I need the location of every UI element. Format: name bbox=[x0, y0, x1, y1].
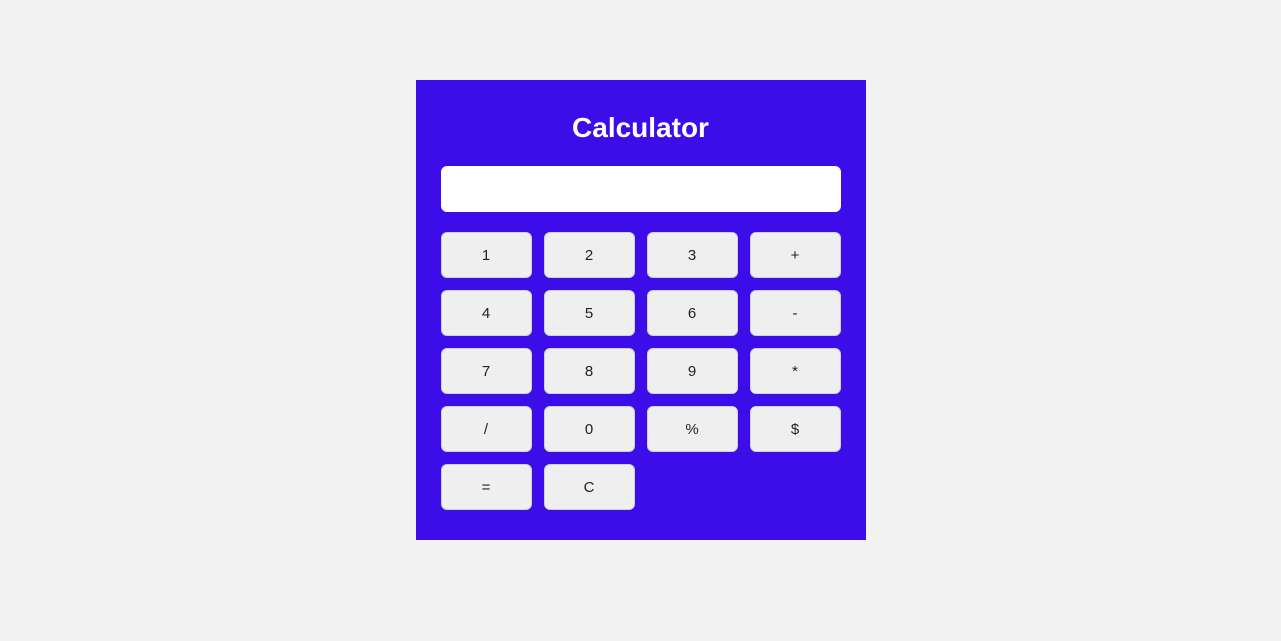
button-percent[interactable]: % bbox=[647, 406, 738, 452]
button-dollar[interactable]: $ bbox=[750, 406, 841, 452]
button-multiply[interactable]: * bbox=[750, 348, 841, 394]
button-3[interactable]: 3 bbox=[647, 232, 738, 278]
button-divide[interactable]: / bbox=[441, 406, 532, 452]
button-0[interactable]: 0 bbox=[544, 406, 635, 452]
button-7[interactable]: 7 bbox=[441, 348, 532, 394]
button-clear[interactable]: C bbox=[544, 464, 635, 510]
display-input[interactable] bbox=[441, 166, 841, 212]
button-plus[interactable]: + bbox=[750, 232, 841, 278]
calculator-panel: Calculator 1 2 3 + 4 5 6 - 7 8 9 * / 0 %… bbox=[416, 80, 866, 540]
button-minus[interactable]: - bbox=[750, 290, 841, 336]
button-1[interactable]: 1 bbox=[441, 232, 532, 278]
button-8[interactable]: 8 bbox=[544, 348, 635, 394]
button-9[interactable]: 9 bbox=[647, 348, 738, 394]
button-grid: 1 2 3 + 4 5 6 - 7 8 9 * / 0 % $ = C bbox=[441, 232, 841, 510]
button-4[interactable]: 4 bbox=[441, 290, 532, 336]
button-6[interactable]: 6 bbox=[647, 290, 738, 336]
calculator-title: Calculator bbox=[441, 112, 841, 144]
button-5[interactable]: 5 bbox=[544, 290, 635, 336]
button-2[interactable]: 2 bbox=[544, 232, 635, 278]
button-equals[interactable]: = bbox=[441, 464, 532, 510]
